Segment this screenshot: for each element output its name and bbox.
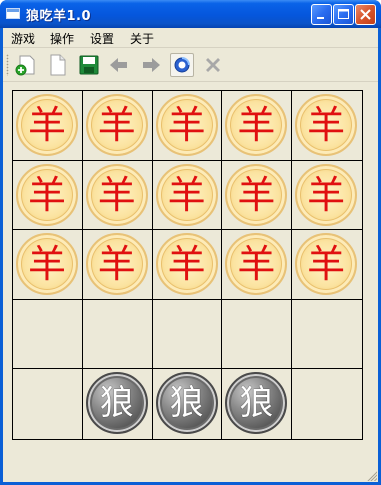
board-cell[interactable]: 羊 xyxy=(222,91,293,161)
board-cell[interactable] xyxy=(82,299,153,370)
sheep-glyph: 羊 xyxy=(167,103,206,147)
undo-arrow-left-icon xyxy=(110,58,127,72)
sheep-glyph: 羊 xyxy=(237,103,276,147)
close-x-icon xyxy=(206,58,220,72)
new-game-button[interactable] xyxy=(13,53,37,77)
wolf-piece[interactable]: 狼 xyxy=(85,372,148,435)
board-cell[interactable] xyxy=(13,299,83,370)
sheep-glyph: 羊 xyxy=(27,242,66,287)
blank-page-icon xyxy=(50,54,66,76)
toolbar-grip[interactable] xyxy=(6,54,9,76)
board-cell[interactable] xyxy=(292,369,362,439)
sheep-glyph: 羊 xyxy=(237,242,276,287)
menu-settings[interactable]: 设置 xyxy=(90,30,114,47)
board-cell[interactable]: 狼 xyxy=(83,369,153,439)
board-cell[interactable]: 狼 xyxy=(153,369,223,439)
sheep-piece[interactable]: 羊 xyxy=(16,163,78,226)
new-game-icon xyxy=(15,55,35,76)
sheep-glyph: 羊 xyxy=(167,242,206,287)
sheep-piece[interactable]: 羊 xyxy=(85,163,148,226)
wolf-piece[interactable]: 狼 xyxy=(155,372,218,435)
board-cell[interactable] xyxy=(13,369,83,439)
sheep-glyph: 羊 xyxy=(97,172,136,217)
close-icon xyxy=(360,9,371,20)
board-cell[interactable] xyxy=(292,300,362,370)
board-cell[interactable]: 狼 xyxy=(222,369,293,439)
sheep-piece[interactable]: 羊 xyxy=(295,233,358,296)
board-cell[interactable]: 羊 xyxy=(152,91,223,161)
board-cell[interactable] xyxy=(222,299,293,370)
toolbar xyxy=(3,48,378,82)
client-area: 游戏 操作 设置 关于 羊 羊 羊 羊 羊 羊 羊 羊 羊 羊 羊 羊 羊 羊 … xyxy=(3,28,378,482)
resize-grip[interactable] xyxy=(366,470,377,481)
board-cell[interactable]: 羊 xyxy=(82,230,153,300)
wolf-piece[interactable]: 狼 xyxy=(225,372,288,435)
close-game-button[interactable] xyxy=(201,53,225,77)
board-cell[interactable]: 羊 xyxy=(222,160,293,231)
board-cell[interactable]: 羊 xyxy=(13,160,83,231)
status-bar xyxy=(3,470,378,482)
wolf-glyph: 狼 xyxy=(99,383,134,424)
sheep-piece[interactable]: 羊 xyxy=(225,233,288,296)
board-cell[interactable]: 羊 xyxy=(82,91,153,161)
menu-bar: 游戏 操作 设置 关于 xyxy=(3,28,378,48)
board-cell[interactable]: 羊 xyxy=(82,160,153,231)
close-button[interactable] xyxy=(355,4,376,25)
sheep-piece[interactable]: 羊 xyxy=(155,163,218,226)
board-cell[interactable]: 羊 xyxy=(152,160,223,231)
sheep-piece[interactable]: 羊 xyxy=(16,94,78,156)
window-icon xyxy=(6,8,20,19)
sheep-piece[interactable]: 羊 xyxy=(85,94,148,156)
sheep-piece[interactable]: 羊 xyxy=(85,233,148,296)
minimize-button[interactable] xyxy=(311,4,332,25)
menu-operate[interactable]: 操作 xyxy=(50,30,74,47)
sheep-glyph: 羊 xyxy=(307,172,346,217)
board-cell[interactable] xyxy=(152,299,223,370)
board-cell[interactable]: 羊 xyxy=(292,161,362,231)
refresh-icon xyxy=(174,57,190,73)
sheep-glyph: 羊 xyxy=(27,103,66,147)
board-cell[interactable]: 羊 xyxy=(292,91,362,161)
sheep-glyph: 羊 xyxy=(97,242,136,287)
sheep-piece[interactable]: 羊 xyxy=(225,163,288,226)
game-board: 羊羊羊羊羊羊羊羊羊羊羊羊羊羊羊狼狼狼 xyxy=(12,90,363,440)
minimize-icon xyxy=(317,17,324,19)
sheep-piece[interactable]: 羊 xyxy=(295,94,358,156)
sheep-glyph: 羊 xyxy=(97,103,136,147)
save-icon xyxy=(79,55,99,75)
board-cell[interactable]: 羊 xyxy=(292,230,362,300)
board-cell[interactable]: 羊 xyxy=(13,230,83,300)
app-window: 狼吃羊1.0 游戏 操作 设置 关于 羊 羊 羊 羊 羊 羊 羊 羊 羊 羊 羊… xyxy=(0,0,381,485)
board-cell[interactable]: 羊 xyxy=(152,230,223,300)
maximize-icon xyxy=(338,9,349,19)
sheep-glyph: 羊 xyxy=(307,242,346,287)
sheep-piece[interactable]: 羊 xyxy=(155,233,218,296)
redo-button[interactable] xyxy=(139,53,163,77)
undo-button[interactable] xyxy=(107,53,131,77)
menu-about[interactable]: 关于 xyxy=(130,30,154,47)
save-button[interactable] xyxy=(77,53,101,77)
sheep-glyph: 羊 xyxy=(167,172,206,217)
blank-page-button[interactable] xyxy=(45,53,69,77)
board-cell[interactable]: 羊 xyxy=(222,230,293,300)
maximize-button[interactable] xyxy=(333,4,354,25)
sheep-piece[interactable]: 羊 xyxy=(155,94,218,156)
menu-game[interactable]: 游戏 xyxy=(11,30,35,47)
sheep-piece[interactable]: 羊 xyxy=(16,233,78,296)
sheep-piece[interactable]: 羊 xyxy=(295,163,358,226)
board-cell[interactable]: 羊 xyxy=(13,91,83,161)
window-title: 狼吃羊1.0 xyxy=(26,9,92,24)
sheep-piece[interactable]: 羊 xyxy=(225,94,288,156)
redo-arrow-right-icon xyxy=(143,58,160,72)
wolf-glyph: 狼 xyxy=(239,383,274,424)
sheep-glyph: 羊 xyxy=(307,103,346,147)
wolf-glyph: 狼 xyxy=(169,383,204,424)
refresh-button[interactable] xyxy=(170,53,194,77)
title-bar[interactable]: 狼吃羊1.0 xyxy=(0,0,381,28)
sheep-glyph: 羊 xyxy=(237,172,276,217)
sheep-glyph: 羊 xyxy=(27,172,66,217)
